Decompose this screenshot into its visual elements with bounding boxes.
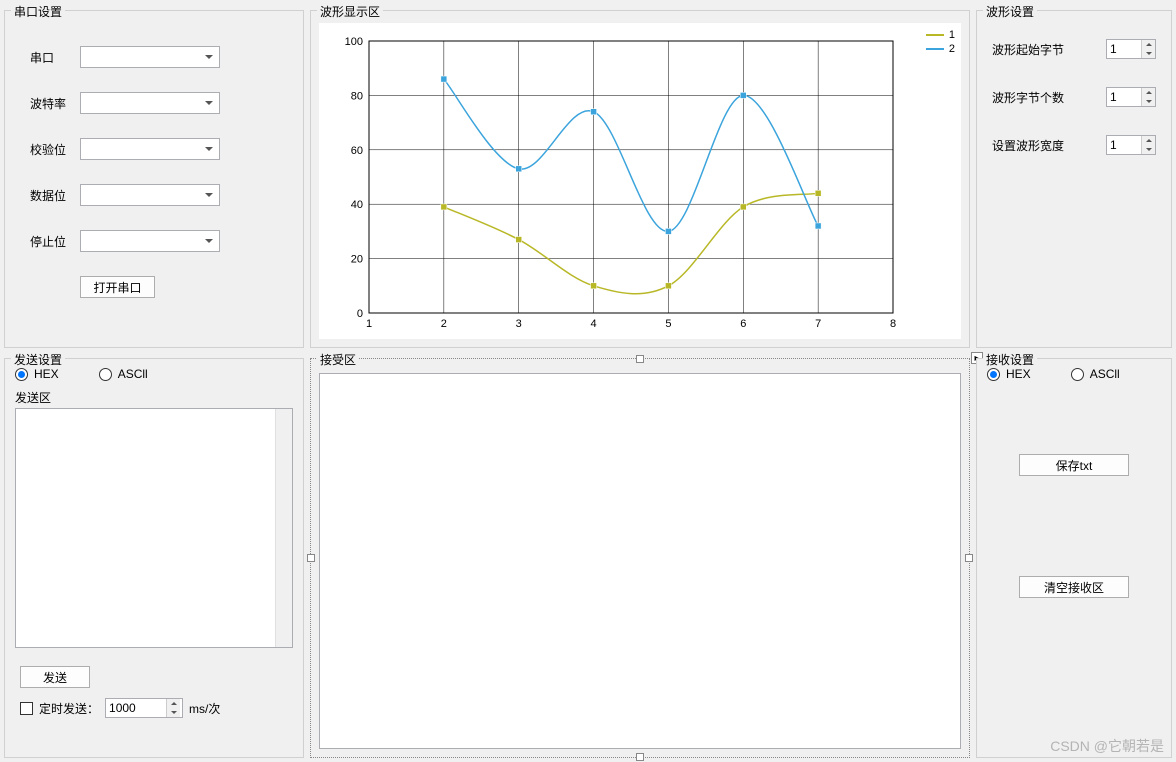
baud-label: 波特率 [25,95,80,112]
wave-display-title: 波形显示区 [317,3,383,20]
resize-handle[interactable] [965,554,973,562]
send-textarea[interactable] [15,408,293,648]
wave-chart: 12345678020406080100 12 [319,23,961,339]
start-byte-input[interactable] [1107,42,1141,56]
svg-text:8: 8 [890,318,896,330]
receive-area-panel: 接受区 ▸ [310,358,970,758]
svg-text:4: 4 [591,318,597,330]
receive-textarea[interactable] [319,373,961,749]
scrollbar[interactable] [275,409,292,647]
timer-send-checkbox[interactable] [20,702,33,715]
port-label: 串口 [25,49,80,66]
spin-up-icon[interactable] [1142,136,1155,145]
send-hex-label: HEX [34,367,59,381]
parity-label: 校验位 [25,141,80,158]
svg-text:6: 6 [740,318,746,330]
serial-settings-title: 串口设置 [11,3,65,20]
port-combo[interactable] [80,46,220,68]
wave-settings-title: 波形设置 [983,3,1037,20]
chevron-down-icon [201,49,217,65]
wave-width-input[interactable] [1107,138,1141,152]
chevron-down-icon [201,141,217,157]
svg-text:3: 3 [516,318,522,330]
serial-settings-panel: 串口设置 串口 波特率 校验位 数据位 停止位 打开串口 [4,10,304,348]
byte-count-label: 波形字节个数 [992,89,1064,106]
save-txt-button[interactable]: 保存txt [1019,454,1129,476]
spin-down-icon[interactable] [1142,97,1155,106]
resize-handle[interactable] [636,355,644,363]
open-serial-button[interactable]: 打开串口 [80,276,155,298]
recv-hex-radio[interactable]: HEX [987,367,1031,381]
timer-interval-input[interactable] [106,701,166,715]
svg-text:60: 60 [351,145,363,157]
parity-combo[interactable] [80,138,220,160]
spin-up-icon[interactable] [1142,88,1155,97]
clear-receive-button[interactable]: 清空接收区 [1019,576,1129,598]
spin-up-icon[interactable] [167,699,180,708]
receive-settings-title: 接收设置 [983,351,1037,368]
stopbits-label: 停止位 [25,233,80,250]
spin-down-icon[interactable] [167,708,180,717]
stopbits-combo[interactable] [80,230,220,252]
byte-count-input[interactable] [1107,90,1141,104]
send-ascii-radio[interactable]: ASCll [99,367,148,381]
timer-interval-spinner[interactable] [105,698,183,718]
chart-svg: 12345678020406080100 [319,23,963,341]
start-byte-spinner[interactable] [1106,39,1156,59]
baud-combo[interactable] [80,92,220,114]
databits-combo[interactable] [80,184,220,206]
spin-down-icon[interactable] [1142,49,1155,58]
chart-legend: 12 [926,29,955,57]
wave-settings-panel: 波形设置 波形起始字节 波形字节个数 设置波形宽度 [976,10,1172,348]
timer-unit-label: ms/次 [189,700,220,717]
databits-label: 数据位 [25,187,80,204]
recv-hex-label: HEX [1006,367,1031,381]
wave-display-panel: 波形显示区 12345678020406080100 12 [310,10,970,348]
send-settings-panel: 发送设置 HEX ASCll 发送区 发送 定时发送： ms/次 [4,358,304,758]
recv-ascii-label: ASCll [1090,367,1120,381]
resize-handle[interactable] [307,554,315,562]
start-byte-label: 波形起始字节 [992,41,1064,58]
spin-up-icon[interactable] [1142,40,1155,49]
svg-text:7: 7 [815,318,821,330]
svg-text:0: 0 [357,308,363,320]
byte-count-spinner[interactable] [1106,87,1156,107]
chevron-down-icon [201,187,217,203]
send-hex-radio[interactable]: HEX [15,367,59,381]
receive-settings-panel: 接收设置 HEX ASCll 保存txt 清空接收区 [976,358,1172,758]
recv-ascii-radio[interactable]: ASCll [1071,367,1120,381]
spin-down-icon[interactable] [1142,145,1155,154]
svg-text:80: 80 [351,90,363,102]
wave-width-label: 设置波形宽度 [992,137,1064,154]
svg-text:100: 100 [345,36,363,48]
svg-text:2: 2 [441,318,447,330]
svg-text:40: 40 [351,199,363,211]
svg-text:5: 5 [665,318,671,330]
watermark: CSDN @它朝若是 [1050,736,1164,756]
radio-icon [1071,368,1084,381]
resize-handle[interactable] [636,753,644,761]
send-button[interactable]: 发送 [20,666,90,688]
chevron-down-icon [201,233,217,249]
timer-send-label: 定时发送： [39,700,99,717]
radio-icon [15,368,28,381]
chevron-down-icon [201,95,217,111]
svg-text:1: 1 [366,318,372,330]
send-ascii-label: ASCll [118,367,148,381]
send-settings-title: 发送设置 [11,351,65,368]
receive-area-title: 接受区 [317,351,359,368]
wave-width-spinner[interactable] [1106,135,1156,155]
radio-icon [987,368,1000,381]
svg-text:20: 20 [351,254,363,266]
radio-icon [99,368,112,381]
send-area-title: 发送区 [15,389,293,406]
